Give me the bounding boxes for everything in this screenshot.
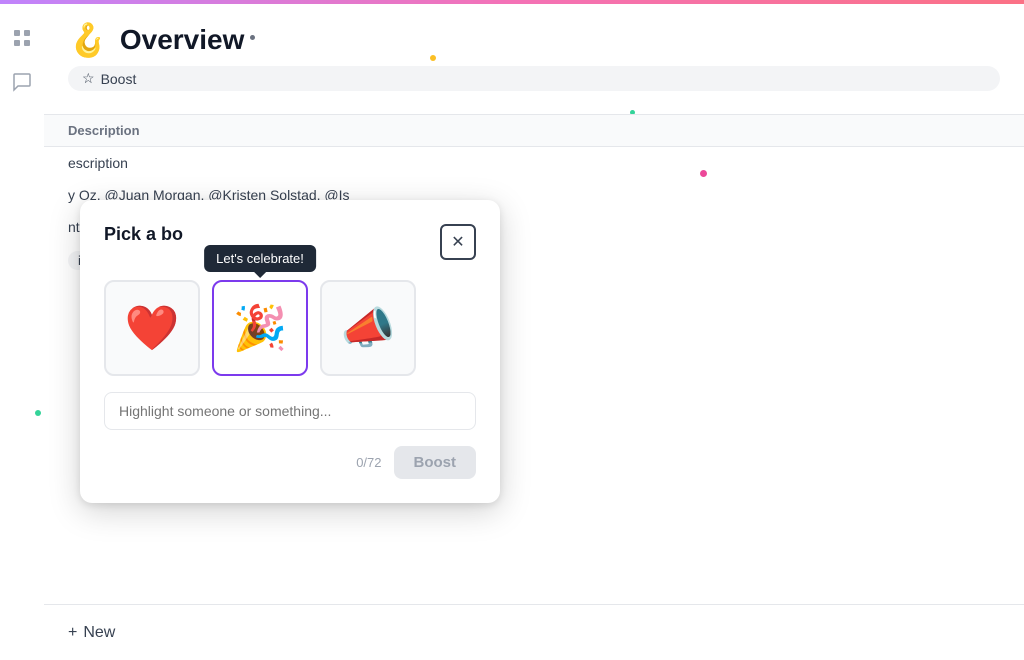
page-icon: 🪝 [68, 24, 108, 56]
boost-popup: Pick a bo ✕ ❤️ Let's celebrate! 🎉 📣 0/72 [80, 200, 500, 503]
emoji-party-option[interactable]: 🎉 [212, 280, 308, 376]
page-title: Overview [120, 24, 245, 56]
table-header: Description [44, 114, 1024, 147]
close-icon: ✕ [451, 232, 464, 252]
new-button[interactable]: + New [68, 624, 115, 642]
sidebar [0, 4, 44, 660]
char-count: 0/72 [356, 455, 381, 470]
page-header: 🪝 Overview ☆ Boost [44, 4, 1024, 103]
emoji-row: ❤️ Let's celebrate! 🎉 📣 [104, 280, 476, 376]
megaphone-emoji: 📣 [341, 302, 396, 354]
plus-icon: + [68, 624, 77, 642]
popup-title: Pick a bo [104, 224, 183, 245]
emoji-hearts-wrapper: ❤️ [104, 280, 200, 376]
description-value: escription [68, 155, 128, 171]
description-col-header: Description [68, 123, 1000, 138]
description-row: escription [44, 147, 1024, 179]
boost-submit-button[interactable]: Boost [394, 446, 477, 479]
new-button-label: New [83, 624, 115, 642]
hearts-emoji: ❤️ [125, 302, 180, 354]
emoji-party-wrapper: Let's celebrate! 🎉 [212, 280, 308, 376]
close-button[interactable]: ✕ [440, 224, 476, 260]
emoji-megaphone-wrapper: 📣 [320, 280, 416, 376]
bottom-bar: + New [44, 604, 1024, 660]
party-tooltip: Let's celebrate! [204, 245, 316, 272]
highlight-input[interactable] [104, 392, 476, 430]
grid-icon[interactable] [8, 24, 36, 52]
star-icon: ☆ [82, 70, 95, 87]
chat-icon[interactable] [8, 68, 36, 96]
popup-footer: 0/72 Boost [104, 446, 476, 479]
emoji-megaphone-option[interactable]: 📣 [320, 280, 416, 376]
boost-button-label: Boost [101, 71, 137, 87]
boost-button[interactable]: ☆ Boost [68, 66, 1000, 91]
party-emoji: 🎉 [233, 302, 288, 354]
emoji-hearts-option[interactable]: ❤️ [104, 280, 200, 376]
